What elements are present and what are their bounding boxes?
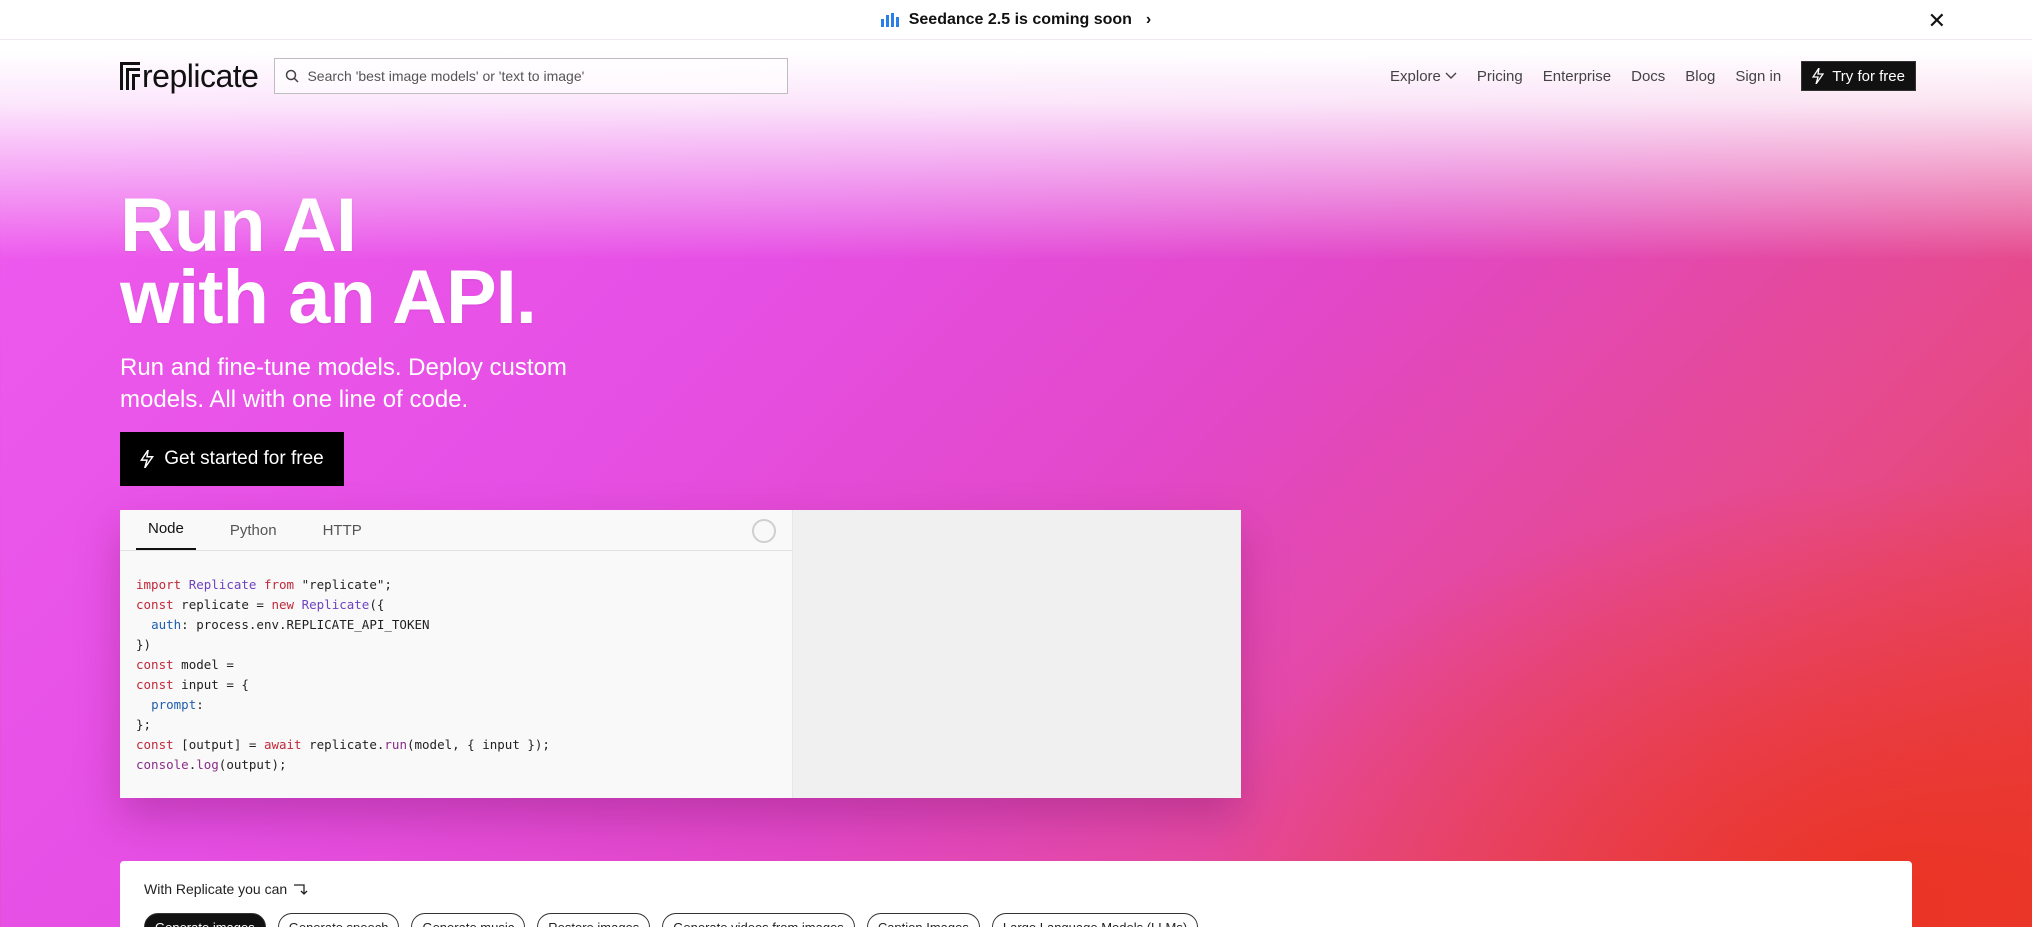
announcement-text: Seedance 2.5 is coming soon (908, 10, 1132, 28)
capability-chips: Generate images Generate speech Generate… (144, 913, 1199, 927)
code-block: import Replicate from "replicate"; const … (120, 551, 792, 775)
capabilities-card: With Replicate you can Generate images G… (120, 861, 1912, 927)
nav-explore[interactable]: Explore (1390, 68, 1457, 85)
logo-text: replicate (142, 57, 259, 94)
code-line: const [output] = await replicate.run(mod… (136, 737, 550, 752)
capabilities-label-text: With Replicate you can (144, 881, 288, 897)
code-line: const replicate = new Replicate({ (136, 597, 385, 612)
code-example-panel: Node Python HTTP import Replicate from "… (120, 510, 1241, 798)
arrow-turn-down-icon (294, 884, 308, 895)
announcement-link[interactable]: Seedance 2.5 is coming soon › (880, 10, 1152, 29)
bar-chart-icon (880, 12, 899, 27)
nav-pricing[interactable]: Pricing (1477, 68, 1523, 85)
search-input[interactable] (307, 68, 778, 84)
code-line: }; (136, 717, 152, 732)
hero-title: Run AI with an API. (120, 183, 537, 340)
chip-generate-videos[interactable]: Generate videos from images (662, 913, 855, 927)
get-started-button[interactable]: Get started for free (120, 432, 344, 486)
get-started-label: Get started for free (164, 448, 324, 469)
tab-node[interactable]: Node (136, 520, 196, 550)
code-line: }) (136, 637, 152, 652)
chip-caption-images[interactable]: Caption Images (866, 913, 980, 927)
loading-spinner-icon (752, 519, 776, 543)
close-icon[interactable]: ✕ (1928, 8, 1946, 34)
site-header: replicate Explore Pricing Enterprise Doc… (120, 56, 1916, 96)
output-preview (793, 510, 1241, 798)
code-line: import Replicate from "replicate"; (136, 577, 392, 592)
hero-title-line-1: Run AI (120, 183, 357, 268)
nav-enterprise[interactable]: Enterprise (1543, 68, 1611, 85)
chip-generate-music[interactable]: Generate music (411, 913, 526, 927)
code-line: const model = (136, 657, 234, 672)
chip-generate-speech[interactable]: Generate speech (277, 913, 400, 927)
code-line: auth: process.env.REPLICATE_API_TOKEN (151, 617, 430, 632)
main-nav: Explore Pricing Enterprise Docs Blog Sig… (1390, 61, 1916, 91)
search-icon (286, 69, 299, 83)
language-tabs: Node Python HTTP (120, 510, 792, 551)
code-line: console.log(output); (136, 757, 287, 772)
code-line: const input = { (136, 677, 249, 692)
chip-restore-images[interactable]: Restore images (537, 913, 651, 927)
nav-sign-in[interactable]: Sign in (1735, 68, 1781, 85)
lightning-icon (1812, 68, 1825, 84)
nav-docs[interactable]: Docs (1631, 68, 1665, 85)
tab-http[interactable]: HTTP (311, 522, 374, 550)
replicate-logo-icon (120, 62, 140, 90)
chip-generate-images[interactable]: Generate images (144, 913, 266, 927)
nav-blog[interactable]: Blog (1685, 68, 1715, 85)
announcement-bar: Seedance 2.5 is coming soon › ✕ (0, 0, 2032, 40)
chip-llms[interactable]: Large Language Models (LLMs) (991, 913, 1199, 927)
search-box[interactable] (274, 58, 789, 94)
try-for-free-label: Try for free (1832, 67, 1905, 85)
chevron-down-icon (1445, 72, 1457, 79)
code-line: prompt: (151, 697, 204, 712)
try-for-free-button[interactable]: Try for free (1801, 61, 1916, 91)
hero-subtitle: Run and fine-tune models. Deploy custom … (120, 354, 567, 413)
replicate-logo[interactable]: replicate (120, 57, 259, 95)
nav-explore-label: Explore (1390, 67, 1441, 85)
tab-python[interactable]: Python (218, 522, 289, 550)
code-editor: Node Python HTTP import Replicate from "… (120, 510, 793, 798)
chevron-right-icon: › (1145, 10, 1152, 28)
lightning-icon (140, 450, 155, 468)
capabilities-label: With Replicate you can (144, 881, 309, 897)
hero-title-line-2: with an API. (120, 255, 537, 340)
